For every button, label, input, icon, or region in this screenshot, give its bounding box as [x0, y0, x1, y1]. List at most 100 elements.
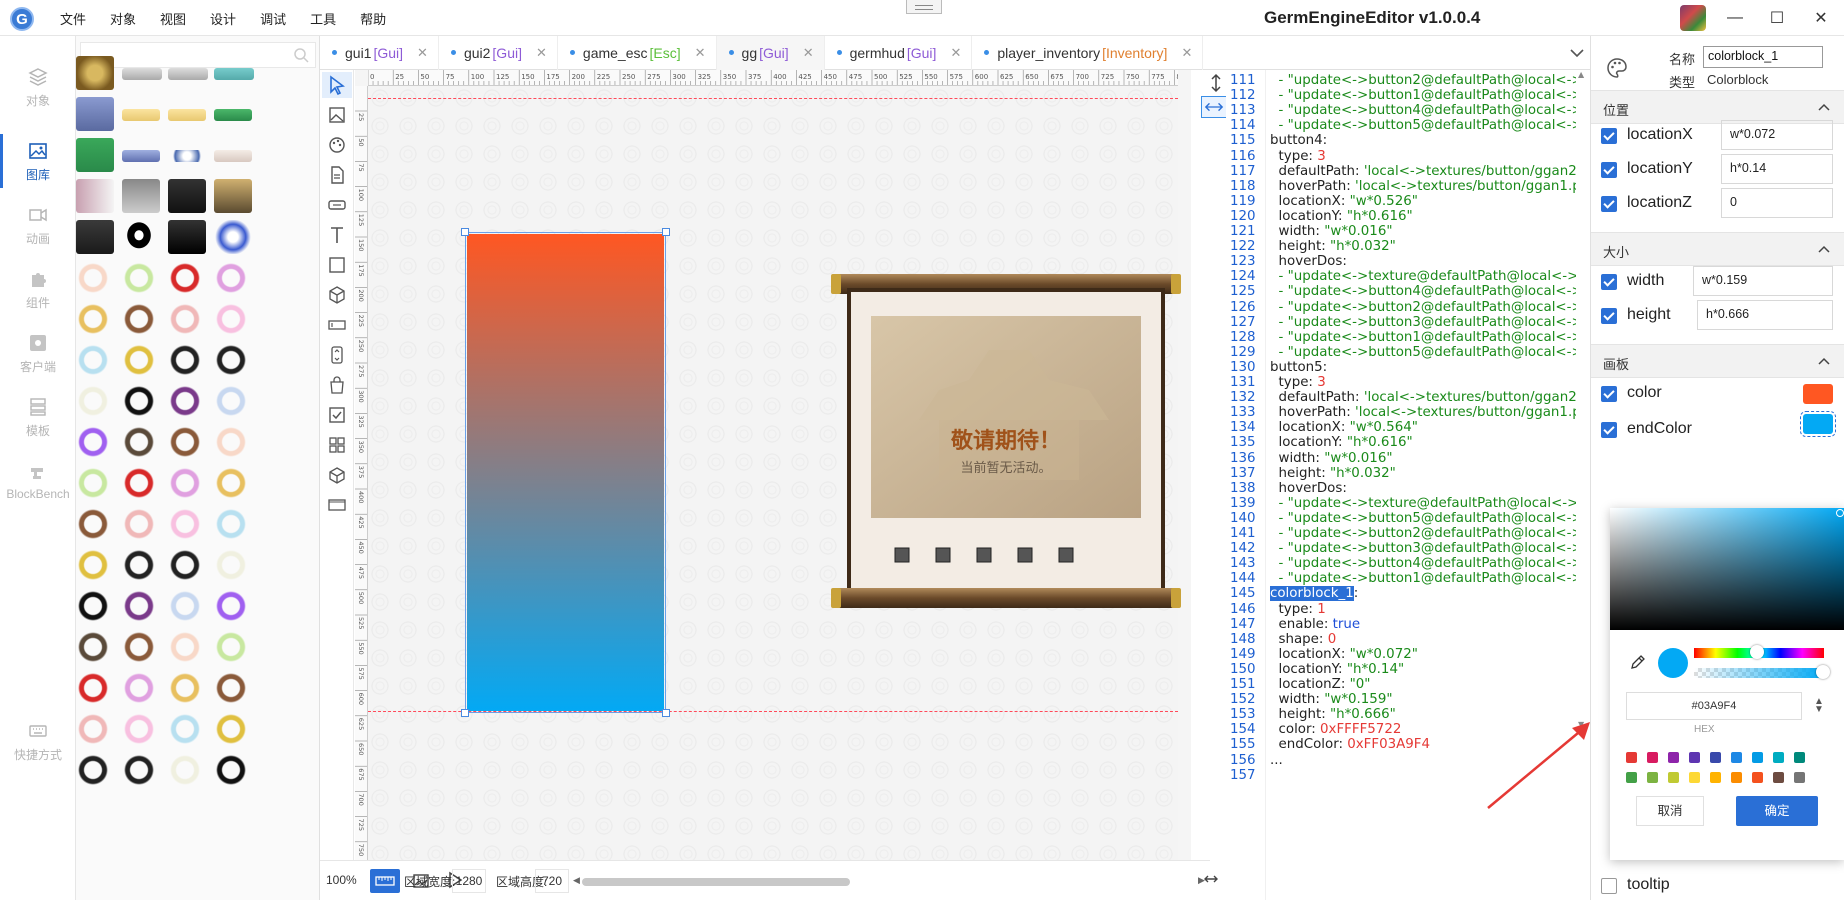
asset-thumbnail[interactable]	[168, 466, 202, 500]
saturation-cursor[interactable]	[1836, 509, 1844, 517]
asset-thumbnail[interactable]	[168, 384, 202, 418]
asset-thumbnail[interactable]	[168, 507, 202, 541]
asset-thumbnail[interactable]	[214, 507, 248, 541]
asset-thumbnail[interactable]	[168, 671, 202, 705]
asset-thumbnail[interactable]	[122, 179, 160, 213]
checkbox-tool-icon[interactable]	[327, 405, 347, 425]
tab-game-esc[interactable]: game_esc [Esc] ✕	[558, 35, 717, 70]
menu-item-tools[interactable]: 工具	[298, 9, 348, 28]
bag-tool-icon[interactable]	[327, 375, 347, 395]
asset-thumbnail[interactable]	[214, 220, 252, 254]
name-input[interactable]: colorblock_1	[1703, 46, 1823, 68]
menu-item-object[interactable]: 对象	[98, 9, 148, 28]
asset-thumbnail[interactable]	[76, 712, 110, 746]
resize-handle-br[interactable]	[662, 709, 670, 717]
asset-thumbnail[interactable]	[214, 384, 248, 418]
asset-thumbnail[interactable]	[122, 109, 160, 121]
asset-thumbnail[interactable]	[122, 589, 156, 623]
asset-thumbnail[interactable]	[122, 343, 156, 377]
rail-item-components[interactable]: 组件	[0, 254, 76, 324]
preset-color-swatch[interactable]	[1731, 752, 1742, 763]
ruler-toggle-button[interactable]	[370, 869, 400, 893]
design-canvas[interactable]: 0 25 50 75 100 125 150 175 200 225 250 275 300 325 350…	[355, 70, 1191, 860]
rail-item-blockbench[interactable]: BlockBench	[0, 446, 76, 516]
asset-thumbnail[interactable]	[76, 261, 110, 295]
asset-thumbnail[interactable]	[76, 425, 110, 459]
asset-thumbnail[interactable]	[214, 150, 252, 162]
close-tab-icon[interactable]: ✕	[1181, 45, 1192, 61]
cancel-button[interactable]: 取消	[1636, 796, 1704, 826]
select-cursor-icon[interactable]	[327, 75, 347, 95]
tab-germhud[interactable]: germhud [Gui] ✕	[825, 35, 973, 70]
text-tool-icon[interactable]	[327, 225, 347, 245]
asset-thumbnail[interactable]	[168, 109, 206, 121]
scroll-up-arrow-icon[interactable]: ▲	[1578, 70, 1584, 79]
asset-thumbnail[interactable]	[214, 630, 248, 664]
palette-tool-icon[interactable]	[327, 135, 347, 155]
close-tab-icon[interactable]: ✕	[803, 45, 814, 61]
asset-thumbnail[interactable]	[76, 302, 110, 336]
color-checkbox[interactable]	[1601, 386, 1617, 402]
film-tool-icon[interactable]	[327, 495, 347, 515]
search-icon[interactable]	[293, 47, 309, 63]
button-tool-icon[interactable]	[327, 195, 347, 215]
tooltip-checkbox[interactable]	[1601, 878, 1617, 894]
asset-thumbnail[interactable]	[122, 261, 156, 295]
menu-item-file[interactable]: 文件	[48, 9, 98, 28]
asset-thumbnail[interactable]	[214, 466, 248, 500]
asset-thumbnail[interactable]	[122, 671, 156, 705]
swap-panels-icon[interactable]	[1202, 870, 1220, 888]
endColor-swatch[interactable]	[1800, 411, 1836, 437]
height-input[interactable]: h*0.666	[1697, 300, 1833, 330]
preset-color-swatch[interactable]	[1668, 772, 1679, 783]
tab-gg[interactable]: gg [Gui] ✕	[716, 35, 825, 70]
yaml-code-editor[interactable]: 111 - "update<->button2@defaultPath@loca…	[1226, 70, 1590, 900]
vertical-fit-icon[interactable]	[1205, 72, 1227, 94]
asset-thumbnail[interactable]	[122, 507, 156, 541]
asset-thumbnail[interactable]	[214, 589, 248, 623]
close-button[interactable]: ✕	[1806, 6, 1836, 30]
box3d-tool-icon[interactable]	[327, 465, 347, 485]
preset-color-swatch[interactable]	[1731, 772, 1742, 783]
code-vertical-scrollbar[interactable]: ▲ ▼	[1576, 70, 1590, 900]
section-size[interactable]: 大小	[1591, 232, 1844, 266]
asset-thumbnail[interactable]	[76, 343, 110, 377]
asset-thumbnail[interactable]	[76, 507, 110, 541]
asset-thumbnail[interactable]	[76, 179, 114, 213]
horizontal-scrollbar-thumb[interactable]	[582, 878, 850, 886]
rail-item-animation[interactable]: 动画	[0, 190, 76, 260]
preset-color-swatch[interactable]	[1773, 752, 1784, 763]
preset-color-swatch[interactable]	[1794, 772, 1805, 783]
asset-thumbnail[interactable]	[214, 343, 248, 377]
chevron-down-icon[interactable]	[1568, 44, 1586, 62]
asset-search-input[interactable]	[80, 42, 316, 68]
asset-thumbnail[interactable]	[214, 671, 248, 705]
rail-item-shortcuts[interactable]: 快捷方式	[0, 706, 76, 776]
asset-thumbnail[interactable]	[214, 548, 248, 582]
zoom-level[interactable]: 100%	[326, 873, 357, 887]
tab-gui2[interactable]: gui2 [Gui] ✕	[439, 35, 558, 70]
preset-color-swatch[interactable]	[1689, 772, 1700, 783]
asset-thumbnail[interactable]	[122, 548, 156, 582]
asset-thumbnail[interactable]	[122, 712, 156, 746]
asset-thumbnail[interactable]	[168, 548, 202, 582]
asset-thumbnail[interactable]	[76, 630, 110, 664]
asset-thumbnail[interactable]	[214, 712, 248, 746]
hue-slider-knob[interactable]	[1750, 645, 1764, 659]
hex-input[interactable]: #03A9F4	[1626, 692, 1802, 720]
asset-thumbnail[interactable]	[76, 466, 110, 500]
preset-color-swatch[interactable]	[1626, 752, 1637, 763]
menu-item-help[interactable]: 帮助	[348, 9, 398, 28]
chevron-up-icon[interactable]	[1817, 355, 1831, 369]
close-tab-icon[interactable]: ✕	[417, 45, 428, 61]
menu-item-view[interactable]: 视图	[148, 9, 198, 28]
asset-thumbnail[interactable]	[168, 589, 202, 623]
asset-thumbnail[interactable]	[76, 384, 110, 418]
area-height-input[interactable]: 720	[535, 869, 569, 893]
preset-color-swatch[interactable]	[1647, 772, 1658, 783]
preset-color-swatch[interactable]	[1689, 752, 1700, 763]
height-checkbox[interactable]	[1601, 308, 1617, 324]
preset-color-swatch[interactable]	[1773, 772, 1784, 783]
scroll-tool-icon[interactable]	[327, 345, 347, 365]
asset-thumbnail[interactable]	[122, 384, 156, 418]
